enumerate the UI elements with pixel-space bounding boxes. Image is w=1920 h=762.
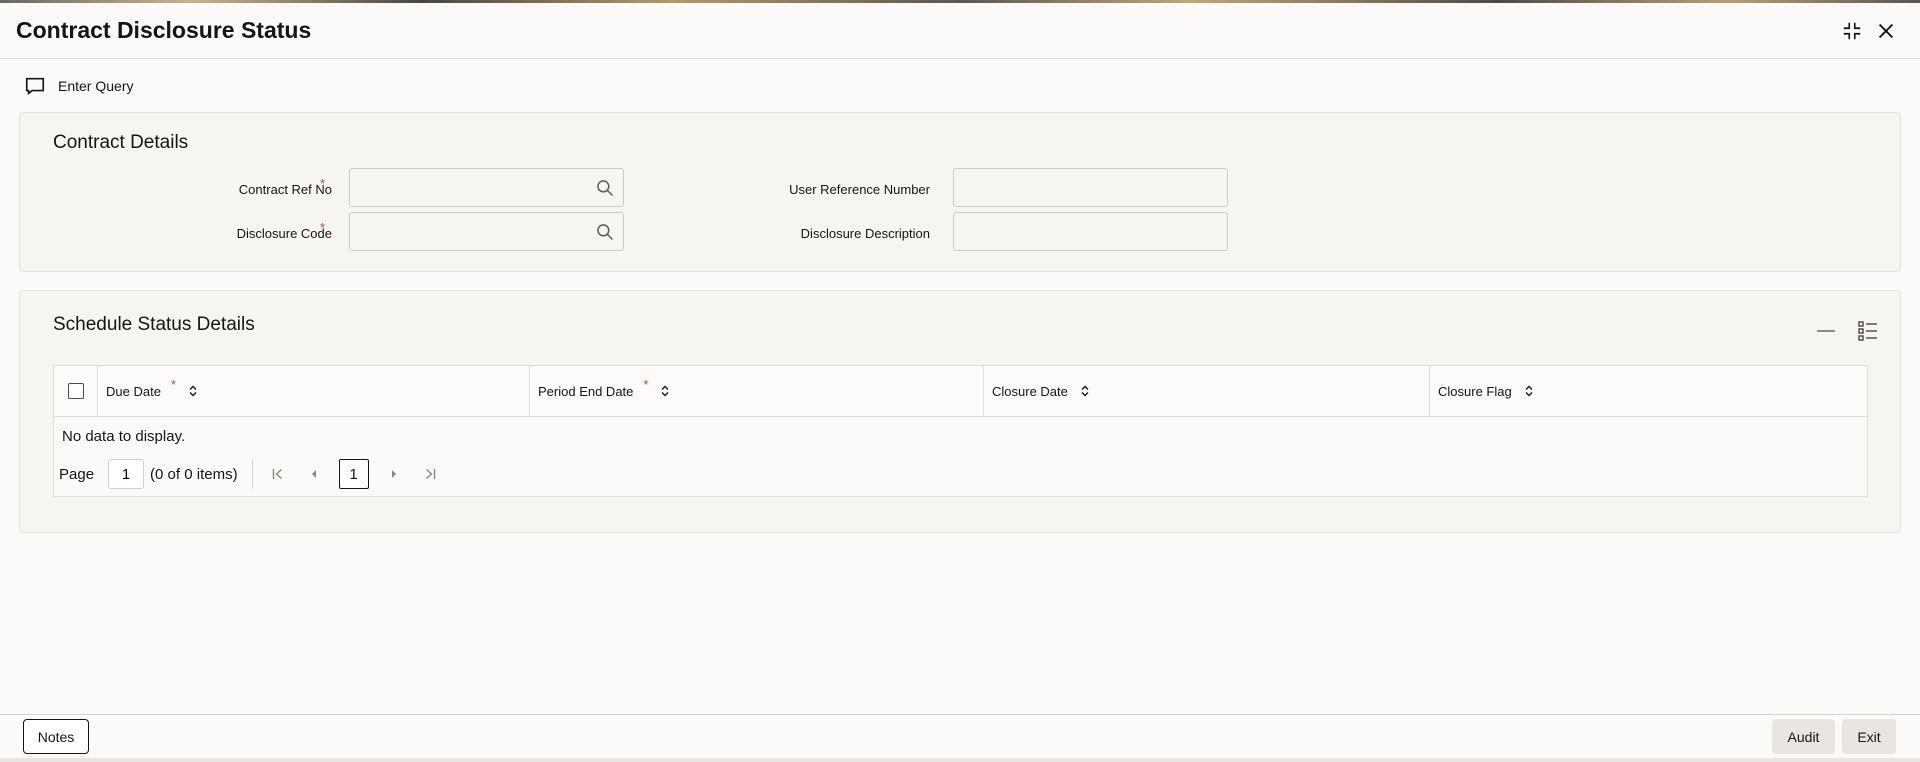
column-label: Period End Date — [538, 383, 634, 399]
footer-bar: Notes Audit Exit — [0, 714, 1920, 758]
disclosure-code-input[interactable] — [350, 213, 623, 250]
user-reference-number-label: User Reference Number — [789, 182, 930, 197]
required-marker: * — [320, 220, 326, 235]
previous-page-icon — [311, 470, 316, 478]
next-page-icon — [391, 470, 396, 478]
select-all-checkbox[interactable] — [67, 383, 84, 399]
compress-icon — [1843, 22, 1861, 40]
column-header-closure-flag[interactable]: Closure Flag — [1429, 366, 1867, 416]
item-count: (0 of 0 items) — [150, 465, 238, 483]
user-reference-number-input[interactable] — [954, 169, 1227, 206]
search-icon[interactable] — [595, 222, 615, 242]
sort-icon[interactable] — [1078, 384, 1092, 398]
page-number-input[interactable] — [108, 459, 145, 489]
column-header-closure-date[interactable]: Closure Date — [983, 366, 1429, 416]
contract-ref-no-input[interactable] — [350, 169, 623, 206]
user-reference-number-field — [953, 168, 1228, 207]
minus-icon — [1817, 330, 1835, 332]
page-title: Contract Disclosure Status — [16, 17, 312, 43]
exit-button[interactable]: Exit — [1842, 719, 1896, 754]
required-marker: * — [320, 176, 326, 191]
single-record-view-button[interactable] — [1856, 319, 1880, 343]
schedule-status-table: Due Date * Period End Date * Closure Dat… — [53, 365, 1868, 497]
search-icon[interactable] — [595, 178, 615, 198]
disclosure-description-input[interactable] — [954, 213, 1227, 250]
footer-edge — [0, 758, 1920, 762]
column-header-due-date[interactable]: Due Date * — [97, 366, 529, 416]
table-header: Due Date * Period End Date * Closure Dat… — [54, 366, 1867, 417]
disclosure-description-field — [953, 212, 1228, 251]
column-label: Due Date — [106, 383, 161, 399]
current-page[interactable]: 1 — [338, 459, 369, 489]
panel-tools — [1814, 319, 1880, 343]
audit-button[interactable]: Audit — [1772, 719, 1835, 754]
no-data-message: No data to display. — [62, 428, 186, 445]
pagination: Page (0 of 0 items) 1 — [59, 459, 455, 489]
disclosure-code-label: Disclosure Code — [236, 226, 332, 241]
close-button[interactable] — [1872, 17, 1900, 45]
enter-query-button[interactable]: Enter Query — [24, 74, 133, 98]
previous-page-button[interactable] — [303, 463, 325, 485]
schedule-status-title: Schedule Status Details — [53, 314, 255, 335]
first-page-icon — [272, 468, 282, 480]
page-label: Page — [59, 465, 95, 483]
notes-button[interactable]: Notes — [23, 719, 89, 754]
sort-icon[interactable] — [1522, 384, 1536, 398]
schedule-status-panel: Schedule Status Details Due Date * Perio… — [19, 290, 1901, 533]
contract-details-title: Contract Details — [53, 132, 189, 153]
disclosure-code-field — [349, 212, 624, 251]
pager-divider — [251, 459, 253, 489]
select-all-cell — [54, 366, 97, 416]
minimize-button[interactable] — [1838, 17, 1866, 45]
collapse-button[interactable] — [1814, 319, 1838, 343]
close-icon — [1878, 23, 1894, 39]
contract-details-panel: Contract Details Contract Ref No * Discl… — [19, 112, 1901, 272]
column-label: Closure Flag — [1438, 383, 1512, 399]
enter-query-label: Enter Query — [58, 78, 134, 94]
required-marker: * — [643, 376, 649, 392]
comment-icon — [25, 77, 45, 95]
first-page-button[interactable] — [267, 463, 289, 485]
contract-ref-no-field — [349, 168, 624, 207]
disclosure-description-label: Disclosure Description — [800, 226, 930, 241]
column-label: Closure Date — [992, 383, 1068, 399]
list-view-icon — [1858, 321, 1877, 341]
next-page-button[interactable] — [383, 463, 405, 485]
contract-ref-no-label: Contract Ref No — [238, 182, 332, 197]
sort-icon[interactable] — [658, 384, 672, 398]
column-header-period-end-date[interactable]: Period End Date * — [529, 366, 983, 416]
last-page-icon — [425, 468, 435, 480]
required-marker: * — [170, 376, 176, 392]
sort-icon[interactable] — [186, 384, 200, 398]
page-header: Contract Disclosure Status — [0, 3, 1920, 59]
last-page-button[interactable] — [419, 463, 441, 485]
